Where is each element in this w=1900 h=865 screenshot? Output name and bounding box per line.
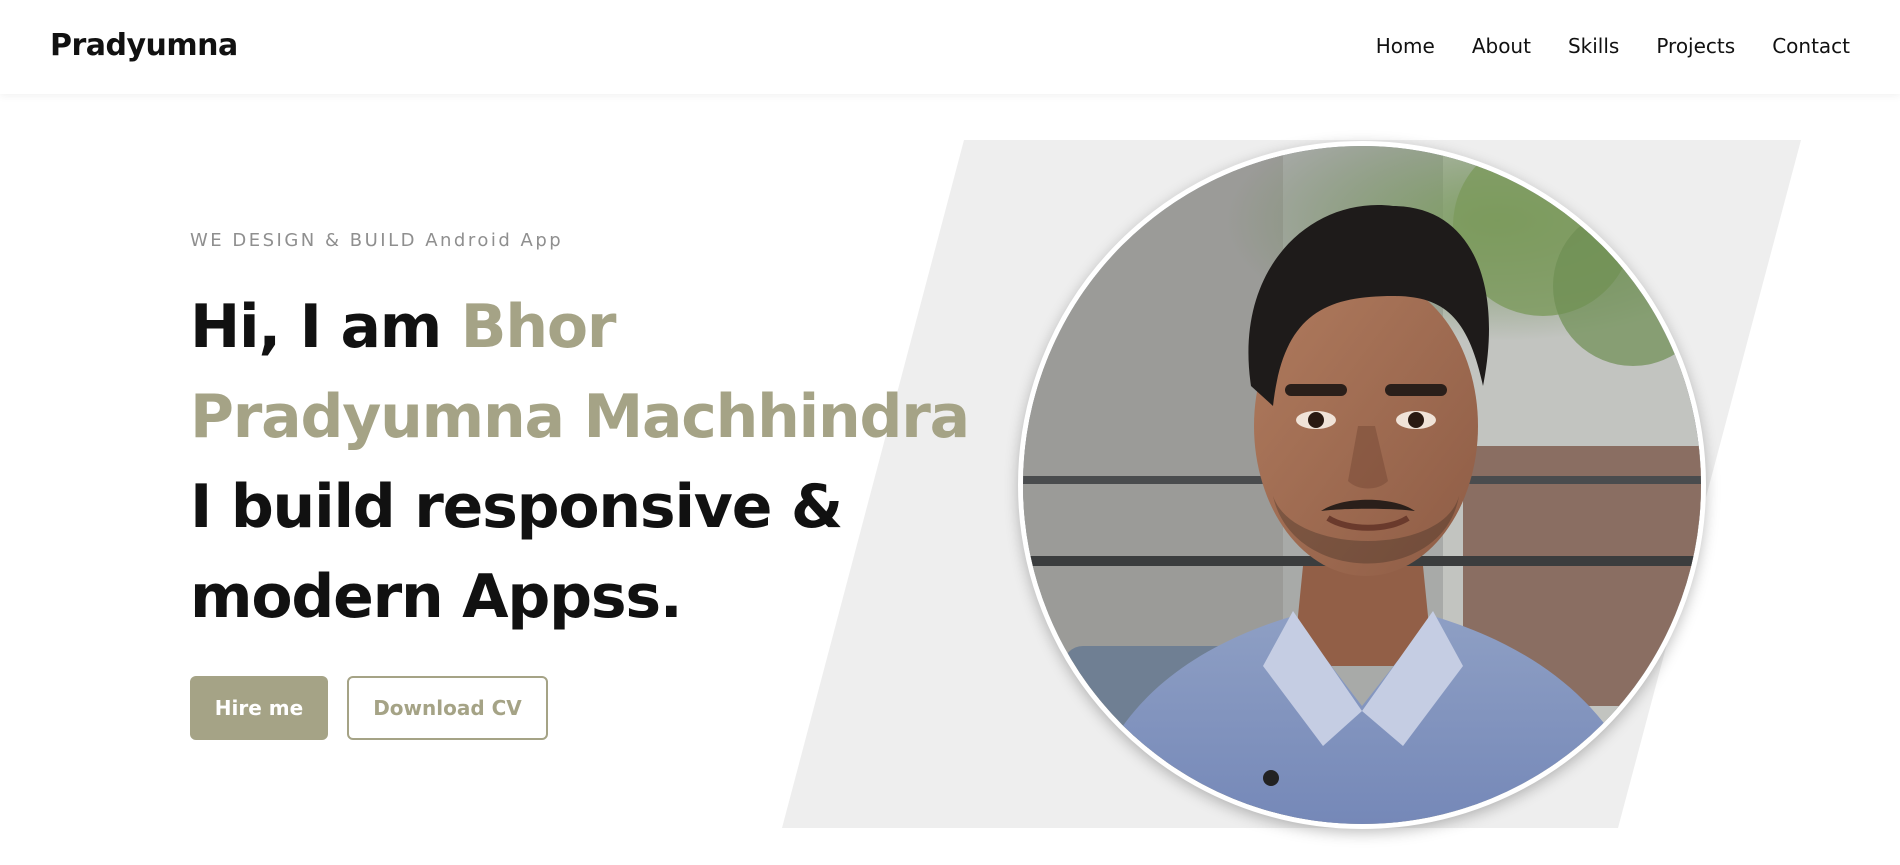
hero-subtitle: WE DESIGN & BUILD Android App xyxy=(190,230,564,251)
download-cv-button[interactable]: Download CV xyxy=(347,676,548,740)
hero-tagline-line1: I build responsive & xyxy=(190,472,843,542)
nav-links: Home About Skills Projects Contact xyxy=(1376,34,1850,58)
nav-link-projects[interactable]: Projects xyxy=(1656,34,1735,58)
hero-greeting: Hi, I am xyxy=(190,292,461,362)
navbar: Pradyumna Home About Skills Projects Con… xyxy=(0,0,1900,94)
profile-photo xyxy=(1018,141,1706,829)
hire-me-button[interactable]: Hire me xyxy=(190,676,328,740)
nav-link-contact[interactable]: Contact xyxy=(1772,34,1850,58)
nav-link-about[interactable]: About xyxy=(1472,34,1531,58)
nav-link-home[interactable]: Home xyxy=(1376,34,1435,58)
hero-heading: Hi, I am Bhor Pradyumna Machhindra I bui… xyxy=(190,282,990,642)
brand-logo[interactable]: Pradyumna xyxy=(50,28,238,63)
nav-link-skills[interactable]: Skills xyxy=(1568,34,1619,58)
hero-tagline-line2: modern Appss. xyxy=(190,562,683,632)
